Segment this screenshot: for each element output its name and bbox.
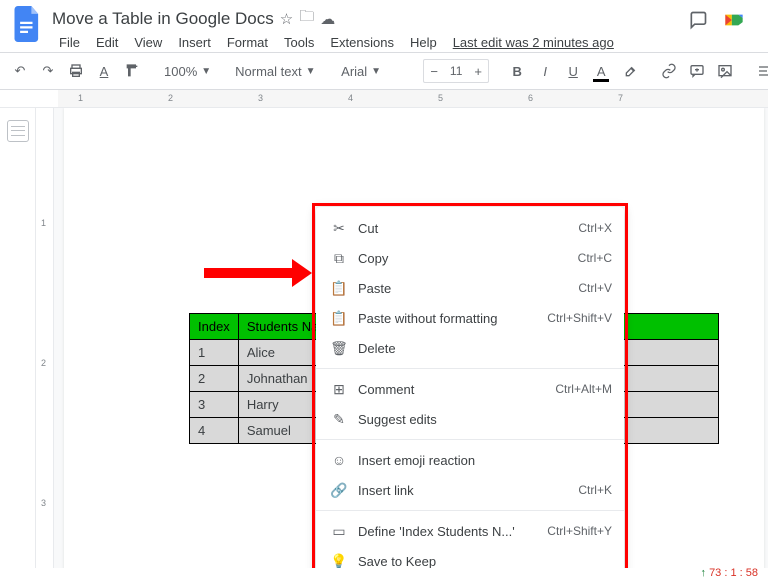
workspace: 1 2 3 Index Students Name ... er 1Alice … — [0, 108, 768, 568]
annotation-arrow-icon — [204, 268, 294, 278]
doc-title[interactable]: Move a Table in Google Docs — [52, 9, 274, 29]
copy-icon: ⧉ — [328, 250, 350, 267]
ruler-tick: 2 — [168, 93, 173, 103]
menu-separator — [316, 439, 624, 440]
text-color-button[interactable]: A — [589, 58, 613, 84]
redo-button[interactable]: ↷ — [36, 58, 60, 84]
highlight-color-button[interactable] — [617, 58, 641, 84]
undo-button[interactable]: ↶ — [8, 58, 32, 84]
toolbar: ↶ ↷ A 100%▼ Normal text▼ Arial▼ − 11 + B… — [0, 52, 768, 90]
menu-edit[interactable]: Edit — [89, 33, 125, 52]
comment-icon: ⊞ — [328, 381, 350, 398]
meet-icon[interactable] — [720, 6, 748, 34]
menu-view[interactable]: View — [127, 33, 169, 52]
ctx-paste-plain[interactable]: 📋Paste without formattingCtrl+Shift+V — [316, 303, 624, 333]
ruler-tick: 7 — [618, 93, 623, 103]
insert-comment-button[interactable] — [685, 58, 709, 84]
bold-button[interactable]: B — [505, 58, 529, 84]
trash-icon: 🗑 — [328, 340, 350, 357]
ctx-comment[interactable]: ⊞CommentCtrl+Alt+M — [316, 374, 624, 404]
font-size-decrease[interactable]: − — [424, 64, 444, 79]
star-icon[interactable]: ☆ — [280, 10, 293, 28]
suggest-icon: ✎ — [328, 411, 350, 428]
print-button[interactable] — [64, 58, 88, 84]
menu-help[interactable]: Help — [403, 33, 444, 52]
menubar: File Edit View Insert Format Tools Exten… — [52, 33, 686, 52]
comments-history-icon[interactable] — [686, 8, 710, 32]
underline-button[interactable]: U — [561, 58, 585, 84]
page-area: Index Students Name ... er 1Alice 2Johna… — [54, 108, 768, 568]
paint-format-button[interactable] — [120, 58, 144, 84]
insert-link-button[interactable] — [657, 58, 681, 84]
insert-image-button[interactable] — [713, 58, 737, 84]
menu-file[interactable]: File — [52, 33, 87, 52]
ctx-define[interactable]: ▭Define 'Index Students N...'Ctrl+Shift+… — [316, 516, 624, 546]
context-menu: ✂CutCtrl+X ⧉CopyCtrl+C 📋PasteCtrl+V 📋Pas… — [316, 207, 624, 568]
header: Move a Table in Google Docs ☆ 🗀 ☁ File E… — [0, 0, 768, 52]
italic-button[interactable]: I — [533, 58, 557, 84]
link-icon: 🔗 — [328, 482, 350, 499]
menu-extensions[interactable]: Extensions — [323, 33, 401, 52]
menu-tools[interactable]: Tools — [277, 33, 321, 52]
ctx-cut[interactable]: ✂CutCtrl+X — [316, 213, 624, 243]
th-index[interactable]: Index — [190, 314, 239, 340]
zoom-select[interactable]: 100%▼ — [160, 64, 215, 79]
ruler-tick: 6 — [528, 93, 533, 103]
last-edit-link[interactable]: Last edit was 2 minutes ago — [446, 33, 621, 52]
keep-icon: 💡 — [328, 553, 350, 569]
docs-logo[interactable] — [10, 6, 46, 42]
cut-icon: ✂ — [328, 220, 350, 237]
font-size-value[interactable]: 11 — [444, 64, 468, 78]
ruler-tick: 5 — [438, 93, 443, 103]
paragraph-style-select[interactable]: Normal text▼ — [231, 64, 321, 79]
ruler-tick: 3 — [258, 93, 263, 103]
ctx-emoji[interactable]: ☺Insert emoji reaction — [316, 445, 624, 475]
paste-plain-icon: 📋 — [328, 310, 350, 327]
emoji-icon: ☺ — [328, 452, 350, 468]
ruler-tick: 1 — [78, 93, 83, 103]
horizontal-ruler[interactable]: 1 2 3 4 5 6 7 — [0, 90, 768, 108]
status-text: ↑ 73 : 1 : 58 — [701, 567, 759, 579]
cloud-status-icon[interactable]: ☁ — [320, 10, 335, 28]
left-rail — [0, 108, 36, 568]
ctx-copy[interactable]: ⧉CopyCtrl+C — [316, 243, 624, 273]
font-size-increase[interactable]: + — [468, 64, 488, 79]
align-button[interactable] — [753, 58, 768, 84]
menu-format[interactable]: Format — [220, 33, 275, 52]
ctx-delete[interactable]: 🗑Delete — [316, 333, 624, 363]
font-select[interactable]: Arial▼ — [337, 64, 407, 79]
ruler-tick: 4 — [348, 93, 353, 103]
menu-separator — [316, 510, 624, 511]
ctx-keep[interactable]: 💡Save to Keep — [316, 546, 624, 568]
move-folder-icon[interactable]: 🗀 — [299, 6, 314, 31]
spellcheck-button[interactable]: A — [92, 58, 116, 84]
vertical-ruler[interactable]: 1 2 3 — [36, 108, 54, 568]
ctx-paste[interactable]: 📋PasteCtrl+V — [316, 273, 624, 303]
menu-insert[interactable]: Insert — [171, 33, 218, 52]
ctx-link[interactable]: 🔗Insert linkCtrl+K — [316, 475, 624, 505]
menu-separator — [316, 368, 624, 369]
define-icon: ▭ — [328, 523, 350, 540]
font-size-stepper: − 11 + — [423, 59, 489, 83]
ctx-suggest[interactable]: ✎Suggest edits — [316, 404, 624, 434]
paste-icon: 📋 — [328, 280, 350, 297]
outline-icon[interactable] — [7, 120, 29, 142]
